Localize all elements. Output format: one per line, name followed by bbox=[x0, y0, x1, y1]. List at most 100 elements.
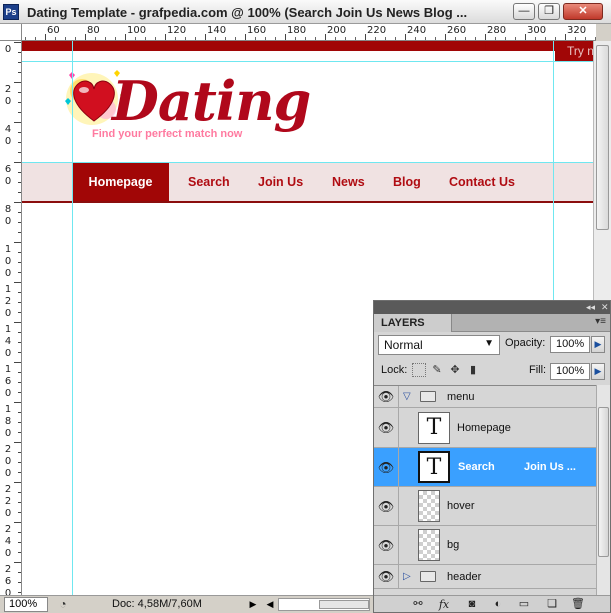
canvas-horizontal-scrollbar[interactable] bbox=[278, 598, 370, 611]
minimize-button[interactable]: — bbox=[513, 3, 535, 20]
ruler-label: 280 bbox=[487, 25, 507, 36]
chevron-down-icon[interactable]: ▽ bbox=[403, 391, 411, 402]
fill-arrow-icon[interactable]: ▶ bbox=[591, 363, 605, 380]
horizontal-guide[interactable] bbox=[22, 162, 593, 163]
lock-all-icon[interactable]: ▮ bbox=[466, 363, 480, 377]
menu-item-homepage[interactable]: Homepage bbox=[72, 162, 169, 201]
menu-item-blog[interactable]: Blog bbox=[393, 162, 421, 201]
panel-menu-icon[interactable]: ▾≡ bbox=[595, 316, 606, 327]
ruler-label: 260 bbox=[4, 564, 12, 595]
panel-header: ◂◂ ✕ bbox=[374, 301, 610, 314]
status-menu-arrow-icon[interactable]: ▶ bbox=[246, 597, 260, 612]
photoshop-app-icon: Ps bbox=[3, 4, 19, 20]
ruler-tick bbox=[14, 162, 21, 163]
ruler-label: 140 bbox=[4, 324, 12, 359]
vertical-ruler[interactable]: 0 20 40 60 80 100 120 140 160 180 200 220 240 260 bbox=[0, 41, 22, 595]
visibility-eye-icon[interactable]: 👁 bbox=[377, 390, 395, 404]
visibility-eye-icon[interactable]: 👁 bbox=[377, 570, 395, 584]
layer-search-selected[interactable]: 👁 T Search Join Us ... bbox=[374, 448, 596, 487]
adjustment-layer-icon[interactable]: ◐ bbox=[490, 597, 506, 612]
ruler-tick bbox=[14, 482, 21, 483]
ruler-tick bbox=[365, 34, 366, 40]
menu-item-contact-us[interactable]: Contact Us bbox=[449, 162, 515, 201]
restore-button[interactable]: ❐ bbox=[538, 3, 560, 20]
scroll-left-icon[interactable]: ◀ bbox=[263, 597, 277, 612]
close-panel-icon[interactable]: ✕ bbox=[601, 302, 609, 313]
scrollbar-thumb[interactable] bbox=[596, 45, 609, 230]
layer-homepage[interactable]: 👁 T Homepage bbox=[374, 408, 596, 448]
ruler-tick bbox=[14, 322, 21, 323]
close-button[interactable]: ✕ bbox=[563, 3, 603, 20]
divider bbox=[398, 448, 399, 486]
layer-group-menu[interactable]: 👁 ▽ menu bbox=[374, 386, 596, 408]
ruler-tick bbox=[325, 34, 326, 40]
ruler-label: 140 bbox=[207, 25, 227, 36]
layer-name: bg bbox=[447, 539, 460, 551]
lock-label: Lock: bbox=[381, 364, 408, 376]
visibility-eye-icon[interactable]: 👁 bbox=[377, 539, 395, 553]
add-mask-icon[interactable]: ◙ bbox=[464, 597, 480, 612]
ruler-tick bbox=[14, 242, 21, 243]
menu-item-join-us[interactable]: Join Us bbox=[258, 162, 303, 201]
link-layers-icon[interactable]: ⚯ bbox=[410, 597, 426, 612]
horizontal-guide[interactable] bbox=[22, 61, 593, 62]
divider bbox=[398, 526, 399, 564]
ruler-corner[interactable] bbox=[0, 24, 22, 41]
chevron-right-icon[interactable]: ▷ bbox=[403, 571, 411, 582]
ruler-tick bbox=[45, 34, 46, 40]
opacity-field[interactable]: 100% bbox=[550, 336, 590, 353]
folder-icon bbox=[420, 391, 436, 402]
raster-layer-thumbnail bbox=[418, 490, 440, 522]
ruler-tick bbox=[14, 442, 21, 443]
ruler-label: 320 bbox=[567, 25, 587, 36]
fill-field[interactable]: 100% bbox=[550, 363, 590, 380]
ruler-tick bbox=[14, 202, 21, 203]
visibility-eye-icon[interactable]: 👁 bbox=[377, 500, 395, 514]
collapse-panel-icon[interactable]: ◂◂ bbox=[586, 302, 595, 313]
menu-item-news[interactable]: News bbox=[332, 162, 365, 201]
visibility-eye-icon[interactable]: 👁 bbox=[377, 421, 395, 435]
menu-item-search[interactable]: Search bbox=[188, 162, 230, 201]
scrollbar-thumb[interactable] bbox=[319, 600, 369, 609]
chevron-down-icon: ▼ bbox=[484, 338, 494, 349]
ruler-label: 260 bbox=[447, 25, 467, 36]
ruler-label: 40 bbox=[4, 124, 12, 147]
ruler-label: 220 bbox=[4, 484, 12, 519]
new-layer-icon[interactable]: ❏ bbox=[544, 597, 560, 612]
divider bbox=[398, 565, 399, 588]
vertical-guide[interactable] bbox=[72, 41, 73, 595]
layers-scrollbar[interactable] bbox=[596, 385, 610, 595]
new-group-icon[interactable]: ▭ bbox=[516, 597, 532, 612]
status-info-icon[interactable]: ◔ bbox=[54, 597, 72, 612]
divider bbox=[398, 408, 399, 447]
layer-name: hover bbox=[447, 500, 475, 512]
ruler-tick bbox=[245, 34, 246, 40]
text-layer-thumbnail: T bbox=[418, 451, 450, 483]
delete-layer-icon[interactable]: 🗑 bbox=[570, 597, 586, 612]
layer-hover[interactable]: 👁 hover bbox=[374, 487, 596, 526]
layer-style-fx-icon[interactable]: fx bbox=[436, 597, 452, 612]
ruler-label: 180 bbox=[287, 25, 307, 36]
layer-name-extra: Join Us ... bbox=[524, 461, 576, 473]
opacity-arrow-icon[interactable]: ▶ bbox=[591, 336, 605, 353]
lock-transparency-icon[interactable] bbox=[412, 363, 426, 377]
layer-group-header[interactable]: 👁 ▷ header bbox=[374, 565, 596, 589]
visibility-eye-icon[interactable]: 👁 bbox=[377, 461, 395, 475]
layer-bg[interactable]: 👁 bg bbox=[374, 526, 596, 565]
ruler-tick bbox=[14, 42, 21, 43]
try-now-button[interactable]: Try n bbox=[555, 41, 593, 61]
ruler-tick bbox=[14, 562, 21, 563]
zoom-level-field[interactable]: 100% bbox=[4, 597, 48, 612]
ruler-label: 100 bbox=[127, 25, 147, 36]
site-top-bar bbox=[22, 41, 593, 51]
ruler-label: 60 bbox=[47, 25, 60, 36]
horizontal-ruler[interactable]: 60 80 100 120 140 160 180 200 220 240 260 280 300 320 bbox=[22, 24, 596, 41]
lock-paint-icon[interactable]: ✎ bbox=[430, 363, 444, 377]
ruler-label: 80 bbox=[4, 204, 12, 227]
ruler-tick bbox=[165, 34, 166, 40]
ruler-tick bbox=[14, 402, 21, 403]
scrollbar-thumb[interactable] bbox=[598, 407, 609, 557]
blend-mode-select[interactable]: Normal ▼ bbox=[378, 335, 500, 355]
tab-layers[interactable]: LAYERS bbox=[374, 314, 452, 332]
lock-move-icon[interactable]: ✥ bbox=[448, 363, 462, 377]
